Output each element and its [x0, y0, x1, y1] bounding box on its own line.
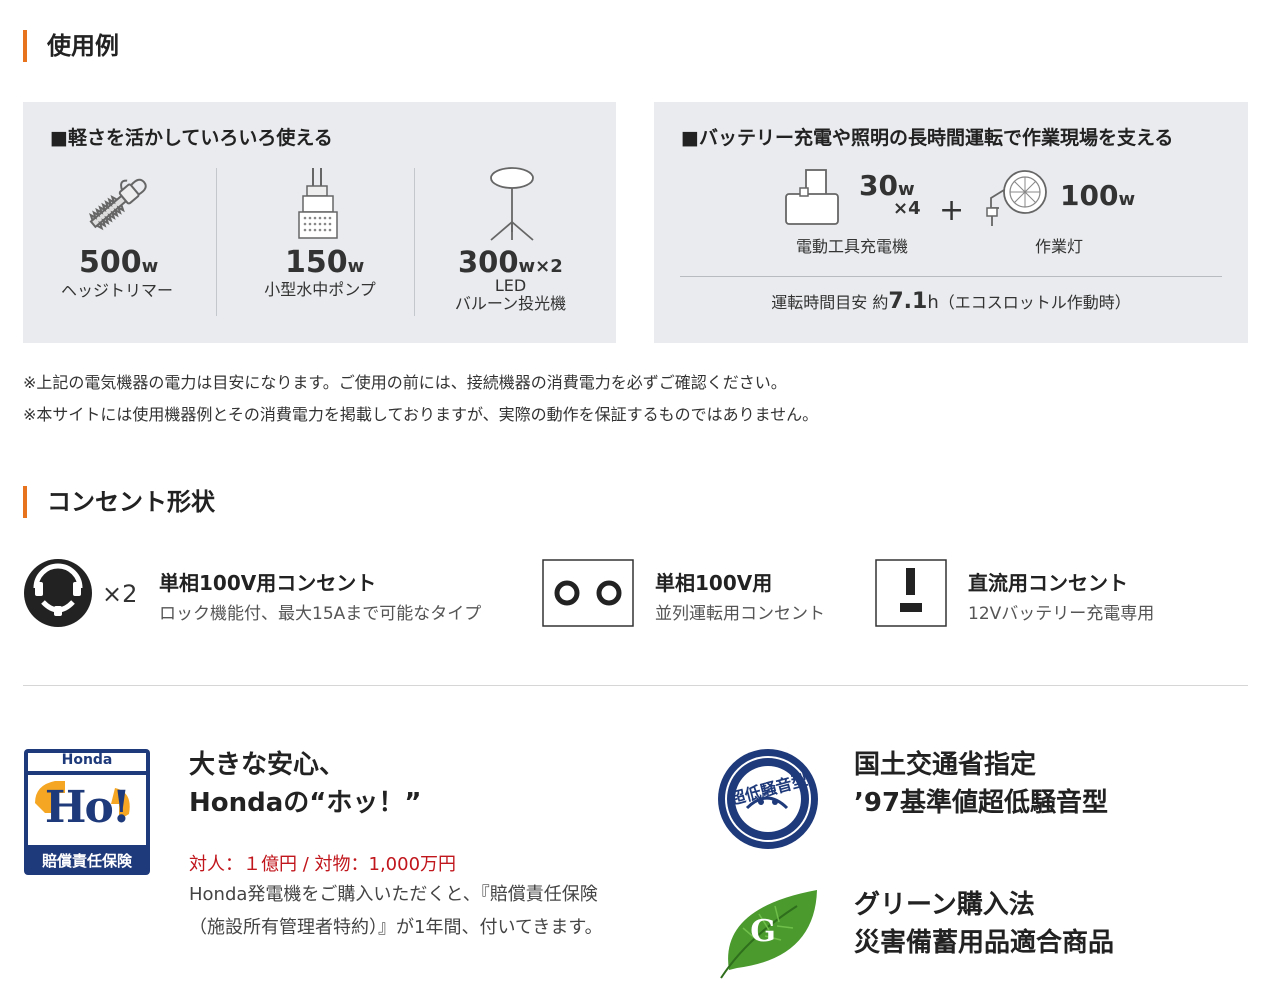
usage-panel-site: ■バッテリー充電や照明の長時間運転で作業現場を支える 30w ×4 + 電動工具… — [654, 102, 1248, 343]
green-title: グリーン購入法 災害備蓄用品適合商品 — [854, 890, 1115, 958]
lamp-watt: 100w — [1060, 179, 1136, 212]
trimmer-label: ヘッジトリマー — [60, 281, 173, 300]
green-leaf-badge: G — [717, 888, 819, 980]
outlet-1-title: 単相100V用コンセント — [159, 571, 377, 595]
usage-left-heading: ■軽さを活かしていろいろ使える — [50, 127, 333, 149]
runtime-divider — [680, 276, 1222, 277]
low-noise-title: 国土交通省指定 ’97基準値超低騒音型 — [854, 750, 1109, 818]
usage-right-heading: ■バッテリー充電や照明の長時間運転で作業現場を支える — [681, 127, 1174, 149]
insurance-body: Honda発電機をご購入いただくと、『賠償責任保険（施設所有管理者特約）』が1年… — [189, 884, 603, 938]
balloon-light-icon — [490, 167, 534, 241]
insurance-title: 大きな安心、 Hondaの“ホッ！” — [189, 750, 422, 818]
outlet-3-title: 直流用コンセント — [968, 571, 1128, 595]
balloon-label: LED バルーン投光機 — [454, 276, 567, 314]
insurance-badge-top: Honda — [61, 752, 113, 768]
insurance-badge-mark: Ho! — [44, 782, 131, 833]
insurance-coverage: 対人：１億円 / 対物：1,000万円 — [189, 854, 457, 875]
runtime-text: 運転時間目安 約7.1h（エコスロットル作動時） — [771, 289, 1131, 314]
dc-outlet-icon — [875, 559, 947, 627]
charger-label: 電動工具充電機 — [795, 237, 908, 256]
divider-2 — [414, 168, 415, 316]
low-noise-badge: 超低騒音型 — [717, 748, 819, 850]
trimmer-watt: 500w — [79, 245, 159, 280]
plus-sign: + — [939, 193, 965, 228]
outlet-2-title: 単相100V用 — [655, 571, 773, 595]
usage-section-title: 使用例 — [23, 30, 119, 62]
outlet-1-sub: ロック機能付、最大15Aまで可能なタイプ — [159, 604, 482, 624]
charger-multiplier: ×4 — [893, 198, 921, 219]
pump-watt: 150w — [285, 245, 365, 280]
outlet-1-multiplier: ×2 — [102, 580, 138, 608]
pump-label: 小型水中ポンプ — [264, 280, 376, 299]
note-1: ※上記の電気機器の電力は目安になります。ご使用の前には、接続機器の消費電力を必ず… — [23, 373, 787, 392]
usage-panel-light: ■軽さを活かしていろいろ使える 500w ヘッジトリマー 150w 小型水中ポン… — [23, 102, 616, 343]
green-leaf-letter: G — [750, 914, 776, 949]
charger-watt: 30w — [859, 169, 915, 202]
pump-icon — [298, 168, 338, 239]
work-lamp-icon — [986, 170, 1047, 226]
insurance-badge: Honda Ho! 賠償責任保険 — [23, 748, 151, 876]
parallel-outlet-icon — [542, 559, 634, 627]
twist-lock-outlet-icon — [24, 559, 92, 627]
battery-charger-icon — [785, 169, 839, 225]
outlet-2-sub: 並列運転用コンセント — [655, 604, 825, 624]
hedge-trimmer-icon — [89, 178, 147, 231]
lamp-label: 作業灯 — [1034, 237, 1083, 256]
balloon-watt: 300w×2 — [458, 245, 563, 279]
insurance-badge-bottom: 賠償責任保険 — [41, 852, 132, 870]
divider-1 — [216, 168, 217, 316]
outlet-3-sub: 12Vバッテリー充電専用 — [968, 604, 1155, 624]
note-2: ※本サイトには使用機器例とその消費電力を掲載しておりますが、実際の動作を保証する… — [23, 405, 819, 424]
outlet-section-title: コンセント形状 — [23, 486, 215, 518]
section-divider — [23, 685, 1248, 686]
